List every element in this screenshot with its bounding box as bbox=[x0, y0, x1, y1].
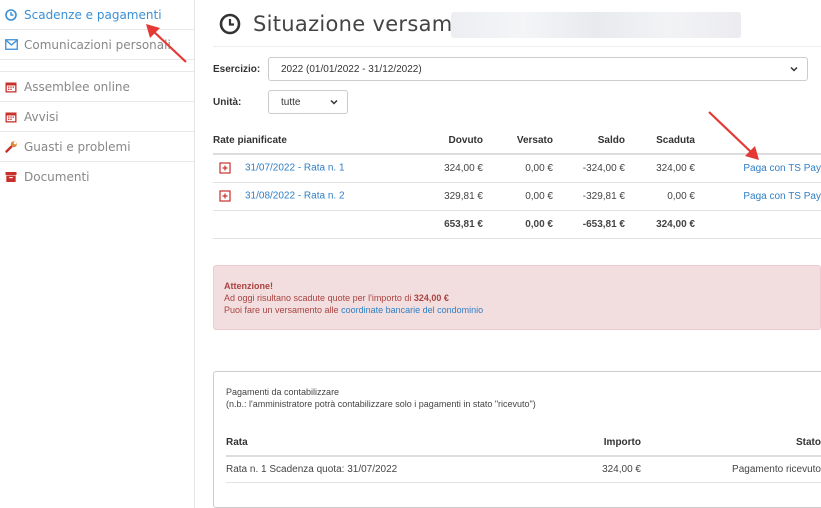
alert-line-2: Puoi fare un versamento alle coordinate … bbox=[224, 305, 484, 315]
sidebar-item-assemblee[interactable]: Assemblee online bbox=[0, 72, 194, 102]
sidebar-item-comunicazioni[interactable]: Comunicazioni personali bbox=[0, 30, 194, 60]
saldo-cell: -329,81 € bbox=[553, 182, 625, 211]
sidebar-item-avvisi[interactable]: Avvisi bbox=[0, 102, 194, 132]
total-scaduta: 324,00 € bbox=[625, 210, 695, 239]
col-header: Rata bbox=[226, 430, 556, 457]
pay-ts-button[interactable]: Paga con TS Pay bbox=[743, 191, 821, 202]
col-header: Saldo bbox=[553, 128, 625, 155]
calendar-icon bbox=[4, 110, 18, 124]
sidebar-item-scadenze[interactable]: Scadenze e pagamenti bbox=[0, 0, 194, 30]
envelope-icon bbox=[4, 38, 18, 52]
esercizio-select[interactable]: 2022 (01/01/2022 - 31/12/2022) bbox=[268, 57, 808, 81]
total-dovuto: 653,81 € bbox=[368, 210, 483, 239]
bank-details-link[interactable]: coordinate bancarie del condominio bbox=[341, 305, 483, 315]
expand-icon[interactable] bbox=[219, 162, 231, 174]
col-header: Rate pianificate bbox=[213, 128, 368, 155]
esercizio-label: Esercizio: bbox=[213, 64, 261, 75]
table-row: 31/08/2022 - Rata n. 2 329,81 € 0,00 € -… bbox=[213, 182, 821, 211]
divider bbox=[213, 46, 821, 47]
clock-icon bbox=[219, 13, 241, 35]
table-row: Rata n. 1 Scadenza quota: 31/07/2022 324… bbox=[226, 456, 821, 483]
sidebar-item-label: Comunicazioni personali bbox=[24, 37, 171, 52]
saldo-cell: -324,00 € bbox=[553, 154, 625, 183]
sidebar-item-label: Avvisi bbox=[24, 109, 59, 124]
sidebar-item-label: Documenti bbox=[24, 170, 90, 184]
calendar-icon bbox=[4, 80, 18, 94]
sidebar-item-label: Scadenze e pagamenti bbox=[24, 7, 162, 22]
stato-cell: Pagamento ricevuto bbox=[641, 456, 821, 483]
col-header: Dovuto bbox=[368, 128, 483, 155]
total-versato: 0,00 € bbox=[483, 210, 553, 239]
table-header-row: Rata Importo Stato bbox=[226, 430, 821, 457]
table-header-row: Rate pianificate Dovuto Versato Saldo Sc… bbox=[213, 128, 821, 155]
totals-row: 653,81 € 0,00 € -653,81 € 324,00 € bbox=[213, 210, 821, 239]
pay-ts-button[interactable]: Paga con TS Pay bbox=[743, 163, 821, 174]
rates-table: Rate pianificate Dovuto Versato Saldo Sc… bbox=[213, 128, 821, 239]
col-header: Importo bbox=[556, 430, 641, 457]
versato-cell: 0,00 € bbox=[483, 154, 553, 183]
clock-icon bbox=[4, 8, 18, 22]
panel-title: Pagamenti da contabilizzare bbox=[226, 387, 340, 397]
wrench-icon bbox=[4, 140, 18, 154]
sidebar-item-label: Guasti e problemi bbox=[24, 139, 131, 154]
alert-amount: 324,00 € bbox=[413, 293, 449, 303]
col-header-empty bbox=[695, 128, 821, 155]
redacted-area bbox=[451, 12, 741, 38]
warning-alert: Attenzione! Ad oggi risultano scadute qu… bbox=[213, 265, 821, 330]
sidebar-item-label: Assemblee online bbox=[24, 79, 130, 94]
unita-select[interactable]: tutte bbox=[268, 90, 348, 114]
unita-value: tutte bbox=[281, 96, 301, 108]
sidebar-divider bbox=[0, 60, 194, 72]
expand-icon[interactable] bbox=[219, 190, 231, 202]
sidebar: Scadenze e pagamenti Comunicazioni perso… bbox=[0, 0, 195, 508]
rata-link[interactable]: 31/08/2022 - Rata n. 2 bbox=[245, 191, 345, 202]
sidebar-item-documenti[interactable]: Documenti bbox=[0, 162, 194, 192]
importo-cell: 324,00 € bbox=[556, 456, 641, 483]
table-row: 31/07/2022 - Rata n. 1 324,00 € 0,00 € -… bbox=[213, 154, 821, 183]
alert-line-1: Ad oggi risultano scadute quote per l'im… bbox=[224, 293, 449, 303]
archive-icon bbox=[4, 170, 18, 184]
total-saldo: -653,81 € bbox=[553, 210, 625, 239]
chevron-down-icon bbox=[330, 99, 338, 105]
col-header: Scaduta bbox=[625, 128, 695, 155]
dovuto-cell: 324,00 € bbox=[368, 154, 483, 183]
esercizio-value: 2022 (01/01/2022 - 31/12/2022) bbox=[281, 63, 422, 75]
rata-cell: Rata n. 1 Scadenza quota: 31/07/2022 bbox=[226, 456, 556, 483]
col-header: Stato bbox=[641, 430, 821, 457]
unita-label: Unità: bbox=[213, 97, 242, 108]
chevron-down-icon bbox=[790, 66, 798, 72]
col-header: Versato bbox=[483, 128, 553, 155]
pending-table: Rata Importo Stato Rata n. 1 Scadenza qu… bbox=[226, 430, 821, 483]
sidebar-item-guasti[interactable]: Guasti e problemi bbox=[0, 132, 194, 162]
versato-cell: 0,00 € bbox=[483, 182, 553, 211]
scaduta-cell: 0,00 € bbox=[625, 182, 695, 211]
pending-payments-panel: Pagamenti da contabilizzare (n.b.: l'amm… bbox=[213, 371, 821, 508]
main-content: Situazione versamenti Esercizio: 2022 (0… bbox=[213, 0, 821, 508]
alert-title: Attenzione! bbox=[224, 281, 273, 291]
dovuto-cell: 329,81 € bbox=[368, 182, 483, 211]
panel-note: (n.b.: l'amministratore potrà contabiliz… bbox=[226, 399, 536, 409]
rata-link[interactable]: 31/07/2022 - Rata n. 1 bbox=[245, 163, 345, 174]
scaduta-cell: 324,00 € bbox=[625, 154, 695, 183]
